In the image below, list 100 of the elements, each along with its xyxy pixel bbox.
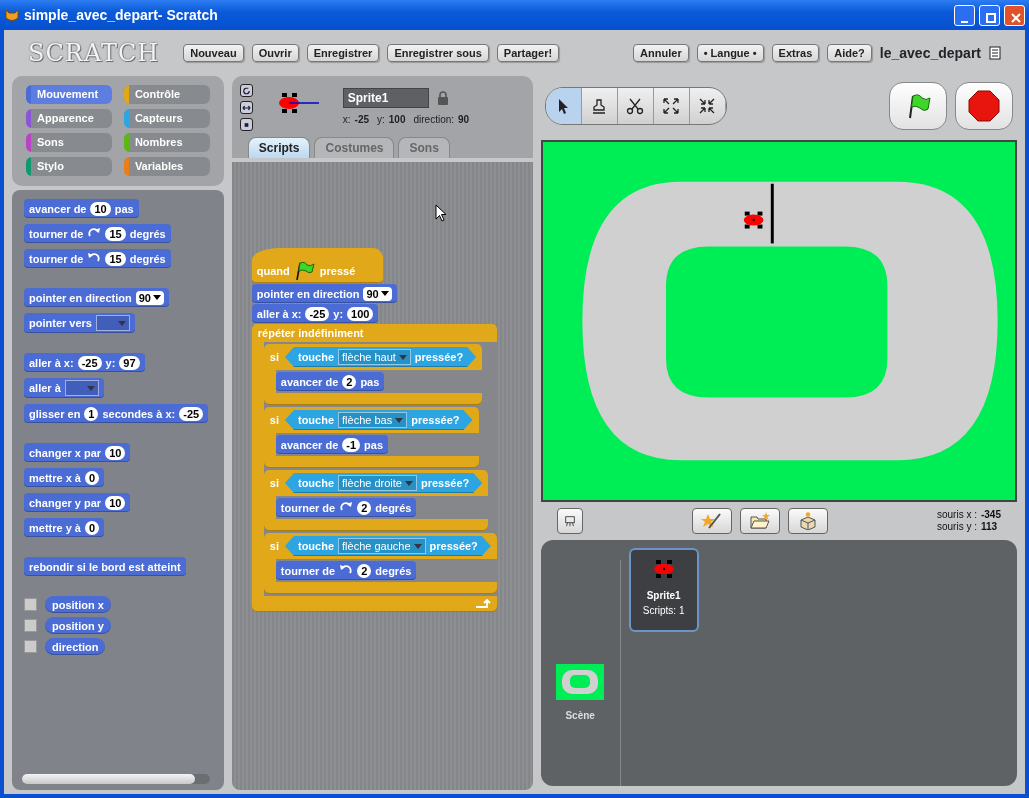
lock-icon[interactable]	[436, 91, 449, 105]
if-block[interactable]: si touche flèche gauche pressée? tourner de 2 degrés	[263, 533, 497, 594]
menu-button[interactable]: Extras	[771, 44, 820, 62]
command-block[interactable]: tourner de 15 degrés	[24, 224, 171, 243]
menu-button[interactable]: Enregistrer	[306, 44, 380, 62]
command-block[interactable]: aller à	[24, 378, 104, 398]
menu-button[interactable]: Ouvrir	[251, 44, 299, 62]
menu-button[interactable]: Annuler	[633, 44, 689, 62]
condition-block[interactable]: touche flèche droite pressée?	[284, 473, 483, 493]
dropdown-input[interactable]: flèche gauche	[338, 538, 426, 554]
command-block[interactable]: aller à x: -25 y: 100	[251, 304, 379, 323]
number-input[interactable]: 15	[105, 251, 126, 266]
paint-sprite-button[interactable]	[691, 508, 732, 534]
reporter-block[interactable]: position x	[45, 596, 111, 613]
command-block[interactable]: changer x par 10	[24, 443, 131, 462]
command-block[interactable]: avancer de 10 pas	[24, 199, 139, 218]
command-block[interactable]: tourner de 2 degrés	[275, 498, 417, 517]
reporter-block[interactable]: position y	[45, 617, 111, 634]
command-block[interactable]: pointer en direction 90	[24, 288, 169, 307]
close-button[interactable]	[1004, 4, 1025, 26]
block-label: pressée?	[411, 414, 460, 426]
if-block[interactable]: si touche flèche haut pressée? avancer de 2 pas	[263, 344, 483, 405]
command-block[interactable]: avancer de -1 pas	[275, 435, 388, 454]
number-input[interactable]: 1	[84, 406, 99, 421]
number-input[interactable]: -25	[77, 355, 102, 370]
category-button[interactable]: Mouvement	[26, 85, 112, 104]
sprite-name-field[interactable]: Sprite1	[342, 88, 429, 108]
if-block[interactable]: si touche flèche droite pressée? tourner de 2 degrés	[263, 470, 489, 531]
number-input[interactable]: 97	[119, 355, 140, 370]
number-input[interactable]: 2	[342, 374, 357, 389]
rotate-style-icon[interactable]	[239, 84, 253, 97]
command-block[interactable]: mettre x à 0	[24, 468, 105, 487]
flip-style-icon[interactable]	[239, 101, 253, 114]
number-input[interactable]: -1	[342, 437, 361, 452]
command-block[interactable]: pointer en direction 90	[251, 284, 397, 303]
dropdown-input[interactable]: flèche droite	[338, 475, 417, 491]
dropdown-input[interactable]: flèche haut	[338, 349, 411, 365]
dropdown-input[interactable]: flèche bas	[338, 412, 408, 428]
menu-button[interactable]: Nouveau	[183, 44, 244, 62]
cursor-icon	[434, 204, 447, 222]
number-input[interactable]: 10	[90, 201, 111, 216]
condition-block[interactable]: touche flèche haut pressée?	[284, 347, 477, 367]
number-input[interactable]: 2	[357, 500, 372, 515]
dropdown-input[interactable]	[64, 380, 99, 396]
stop-button[interactable]	[955, 82, 1013, 130]
number-input[interactable]: 2	[357, 563, 372, 578]
if-block[interactable]: si touche flèche bas pressée? avancer de -1 pas	[263, 407, 479, 468]
forever-block[interactable]	[251, 324, 497, 612]
block-label: changer x par	[29, 446, 102, 459]
flag-button[interactable]	[889, 82, 947, 130]
car-sprite[interactable]	[743, 211, 764, 229]
block-label: tourner de	[280, 501, 336, 514]
reporter-block[interactable]: direction	[45, 638, 106, 655]
number-input[interactable]: 10	[105, 495, 126, 510]
command-block[interactable]: aller à x: -25 y: 97	[24, 353, 145, 372]
number-input[interactable]: 0	[85, 520, 100, 535]
open-sprite-button[interactable]	[739, 508, 780, 534]
number-input[interactable]: -25	[179, 406, 204, 421]
block-label: aller à	[29, 382, 61, 394]
maximize-icon	[986, 12, 996, 23]
block-label: mettre x à	[29, 471, 81, 484]
command-block[interactable]: changer y par 10	[24, 493, 131, 512]
arrow-cursor-tool[interactable]	[545, 88, 582, 124]
dropdown-input[interactable]: 90	[363, 286, 392, 301]
menu-button[interactable]: Aide?	[827, 44, 872, 62]
command-block[interactable]: rebondir si le bord est atteint	[24, 557, 186, 576]
command-block[interactable]: avancer de 2 pas	[275, 372, 385, 391]
surprise-sprite-button[interactable]	[787, 508, 828, 534]
dropdown-input[interactable]: 90	[135, 290, 164, 305]
command-block[interactable]: tourner de 15 degrés	[24, 249, 171, 268]
command-block[interactable]: mettre y à 0	[24, 518, 105, 537]
sprite-tile[interactable]: Sprite1 Scripts: 1	[628, 548, 699, 632]
maximize-button[interactable]	[979, 4, 1000, 26]
condition-block[interactable]: touche flèche bas pressée?	[284, 410, 473, 430]
number-input[interactable]: 10	[105, 445, 126, 460]
dropdown-input[interactable]	[95, 315, 130, 331]
condition-block[interactable]: touche flèche gauche pressée?	[284, 536, 491, 556]
block-label: pointer en direction	[29, 291, 132, 304]
notes-icon[interactable]	[989, 46, 1001, 60]
checkbox[interactable]	[24, 598, 37, 611]
menu-button[interactable]: Partager!	[496, 44, 560, 62]
number-input[interactable]: 15	[105, 226, 126, 241]
number-input[interactable]: -25	[305, 306, 330, 321]
block-label: pas	[364, 438, 383, 451]
mouse-value: -345	[980, 509, 1001, 521]
minimize-button[interactable]	[954, 4, 975, 26]
checkbox[interactable]	[24, 640, 37, 653]
no-rotate-icon[interactable]	[239, 118, 253, 131]
menu-button[interactable]: Enregistrer sous	[387, 44, 489, 62]
stage-thumbnail[interactable]	[556, 663, 605, 700]
presentation-mode-button[interactable]	[556, 508, 583, 534]
tab[interactable]: Scripts	[247, 137, 311, 158]
checkbox[interactable]	[24, 619, 37, 632]
menu-button[interactable]: • Langue •	[696, 44, 764, 62]
sprite-detail: Scripts: 1	[642, 604, 685, 618]
command-block[interactable]: pointer vers	[24, 313, 135, 333]
number-input[interactable]: 100	[347, 306, 374, 321]
command-block[interactable]: glisser en 1 secondes à x: -25	[24, 404, 209, 423]
command-block[interactable]: tourner de 2 degrés	[275, 561, 417, 580]
number-input[interactable]: 0	[85, 470, 100, 485]
